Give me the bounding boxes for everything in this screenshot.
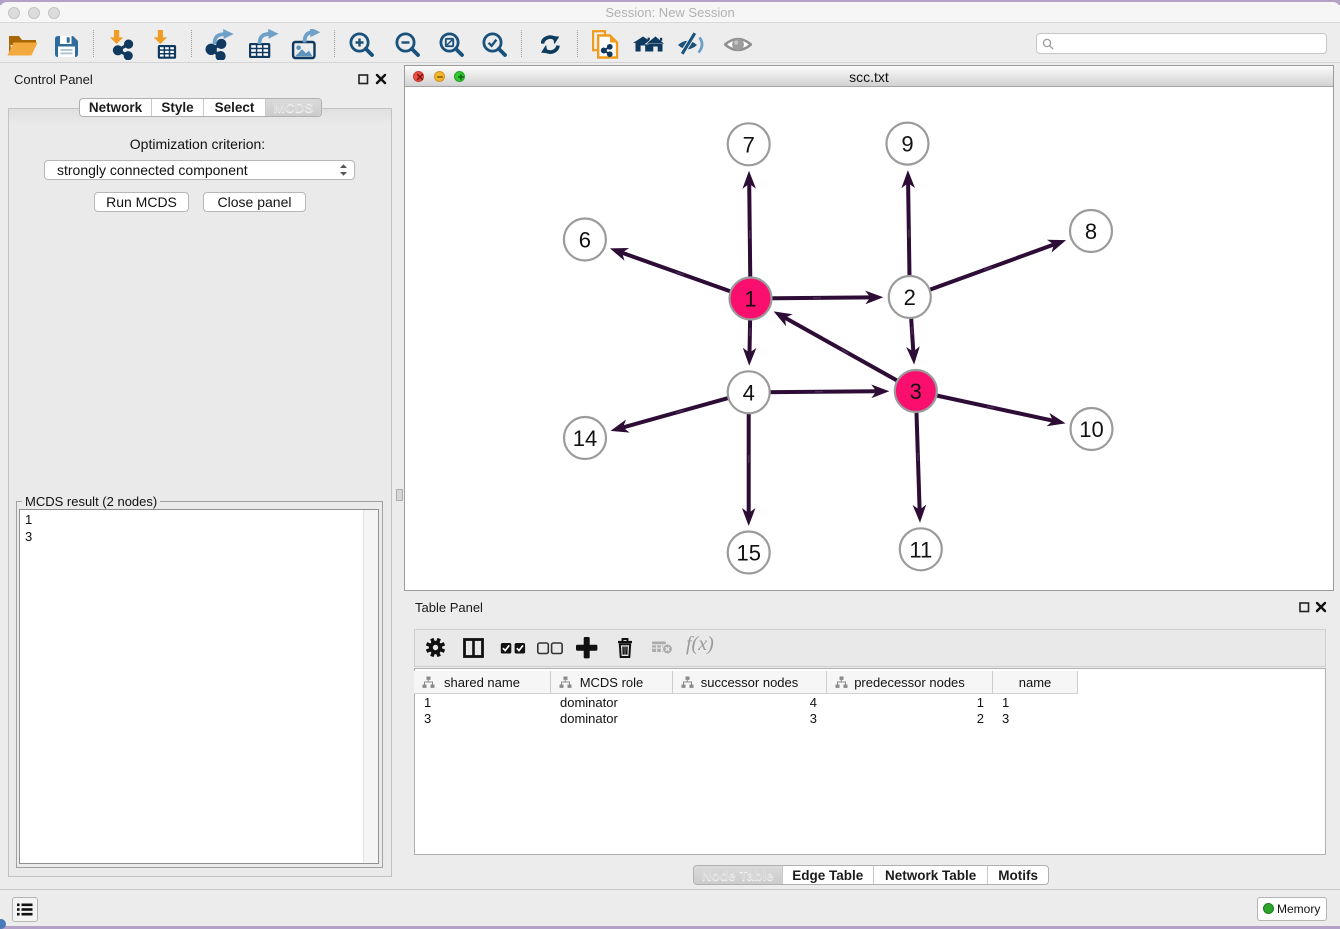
svg-text:6: 6 [579, 228, 591, 253]
svg-text:1: 1 [744, 287, 756, 312]
svg-text:11: 11 [909, 537, 932, 562]
svg-text:15: 15 [736, 541, 760, 566]
svg-text:10: 10 [1079, 417, 1103, 442]
svg-text:14: 14 [573, 426, 597, 451]
svg-text:2: 2 [904, 285, 916, 310]
svg-text:3: 3 [910, 379, 922, 404]
svg-text:8: 8 [1085, 219, 1097, 244]
svg-text:4: 4 [743, 380, 755, 405]
svg-text:9: 9 [901, 132, 913, 157]
svg-text:7: 7 [743, 132, 755, 157]
